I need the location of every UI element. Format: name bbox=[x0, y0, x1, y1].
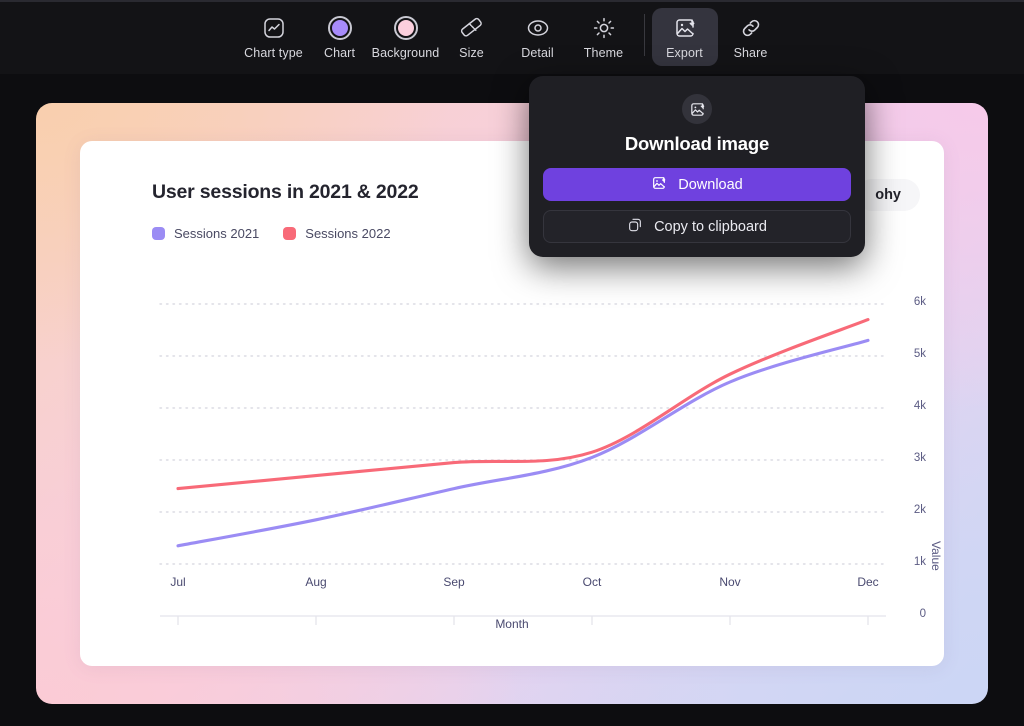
app-root: Chart type Chart Background Size Detail … bbox=[0, 0, 1024, 726]
image-download-icon bbox=[651, 175, 667, 195]
chart-color-swatch-icon bbox=[327, 15, 352, 41]
x-axis-tick-label: Nov bbox=[719, 575, 741, 589]
toolbar-item-export[interactable]: Export bbox=[651, 8, 718, 66]
chart-type-icon bbox=[262, 15, 286, 41]
y-axis-tick-label: 3k bbox=[913, 452, 926, 464]
toolbar-item-theme[interactable]: Theme bbox=[571, 8, 637, 66]
chart-line-sessions-2021 bbox=[176, 338, 870, 548]
link-icon bbox=[739, 15, 763, 41]
toolbar-label-share: Share bbox=[733, 46, 768, 60]
x-axis-title: Month bbox=[495, 617, 529, 631]
toolbar-item-share[interactable]: Share bbox=[718, 8, 784, 66]
y-axis-title: Value bbox=[929, 541, 943, 571]
y-axis-tick-label: 4k bbox=[913, 400, 926, 412]
eye-icon bbox=[526, 15, 550, 41]
x-axis-tick-label: Jul bbox=[170, 575, 186, 589]
image-download-icon bbox=[682, 94, 712, 124]
toolbar-label-size: Size bbox=[459, 46, 484, 60]
copy-to-clipboard-button[interactable]: Copy to clipboard bbox=[543, 210, 851, 243]
x-axis-tick-label: Sep bbox=[443, 575, 465, 589]
download-button-label: Download bbox=[678, 176, 743, 193]
download-button[interactable]: Download bbox=[543, 168, 851, 201]
top-toolbar: Chart type Chart Background Size Detail … bbox=[0, 0, 1024, 74]
download-image-popover: Download image Download Copy to clipboar… bbox=[529, 76, 865, 257]
toolbar-items: Chart type Chart Background Size Detail … bbox=[241, 2, 784, 66]
export-image-icon bbox=[673, 15, 697, 41]
copy-icon bbox=[627, 217, 643, 237]
x-axis-tick-label: Dec bbox=[857, 575, 879, 589]
toolbar-item-chart[interactable]: Chart bbox=[307, 8, 373, 66]
copy-button-label: Copy to clipboard bbox=[654, 218, 767, 235]
background-color-swatch-icon bbox=[393, 15, 418, 41]
sun-icon bbox=[592, 15, 616, 41]
toolbar-label-background: Background bbox=[371, 46, 440, 60]
y-axis-tick-label: 1k bbox=[913, 556, 926, 568]
toolbar-label-theme: Theme bbox=[583, 46, 624, 60]
popover-title: Download image bbox=[624, 133, 770, 154]
x-axis-tick-label: Oct bbox=[582, 575, 602, 589]
toolbar-divider bbox=[643, 14, 645, 56]
toolbar-item-size[interactable]: Size bbox=[439, 8, 505, 66]
x-axis-tick-label: Aug bbox=[305, 575, 327, 589]
y-axis-tick-label: 2k bbox=[913, 504, 926, 516]
y-axis-tick-label: 6k bbox=[913, 296, 926, 308]
toolbar-label-export: Export bbox=[666, 46, 703, 60]
popover-icon-wrap bbox=[543, 94, 851, 124]
chart-line-sessions-2022 bbox=[176, 318, 870, 491]
ruler-icon bbox=[460, 15, 484, 41]
y-axis-tick-label: 5k bbox=[913, 348, 926, 360]
toolbar-item-detail[interactable]: Detail bbox=[505, 8, 571, 66]
toolbar-item-chart-type[interactable]: Chart type bbox=[241, 8, 307, 66]
toolbar-label-chart-type: Chart type bbox=[244, 46, 303, 60]
toolbar-label-detail: Detail bbox=[521, 46, 554, 60]
toolbar-item-background[interactable]: Background bbox=[371, 8, 440, 66]
toolbar-label-chart: Chart bbox=[323, 46, 356, 60]
